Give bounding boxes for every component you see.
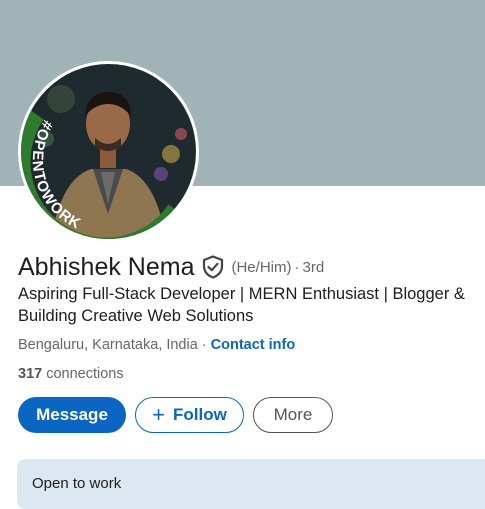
location: Bengaluru, Karnataka, India (18, 337, 198, 353)
headline-line-1: Aspiring Full-Stack Developer | MERN Ent… (18, 285, 465, 303)
open-to-work-title: Open to work (32, 475, 122, 492)
follow-button[interactable]: + Follow (135, 397, 244, 433)
degree-separator: · (294, 258, 300, 276)
avatar-photo: #OPENTOWORK (21, 64, 196, 239)
profile-headline: Aspiring Full-Stack Developer | MERN Ent… (18, 283, 485, 327)
headline-line-2: Building Creative Web Solutions (18, 307, 254, 325)
connections-number: 317 (18, 366, 43, 382)
profile-avatar[interactable]: #OPENTOWORK (18, 61, 199, 242)
connections-count[interactable]: 317 connections (18, 366, 124, 382)
more-button[interactable]: More (253, 397, 333, 433)
open-to-work-card[interactable]: Open to work (17, 459, 485, 509)
name-row: Abhishek Nema (He/Him) · 3rd (18, 252, 324, 282)
plus-icon: + (152, 402, 166, 427)
connection-degree: 3rd (302, 258, 325, 276)
location-row: Bengaluru, Karnataka, India · Contact in… (18, 337, 295, 353)
connections-label: connections (42, 366, 124, 382)
shield-check-icon[interactable] (202, 255, 224, 279)
follow-button-label: Follow (173, 405, 227, 424)
pronouns: (He/Him) (231, 258, 292, 276)
contact-info-link[interactable]: Contact info (211, 337, 296, 353)
location-separator: · (197, 337, 211, 353)
more-button-label: More (273, 405, 313, 424)
message-button-label: Message (36, 405, 108, 424)
profile-name: Abhishek Nema (18, 252, 195, 281)
message-button[interactable]: Message (18, 397, 126, 433)
